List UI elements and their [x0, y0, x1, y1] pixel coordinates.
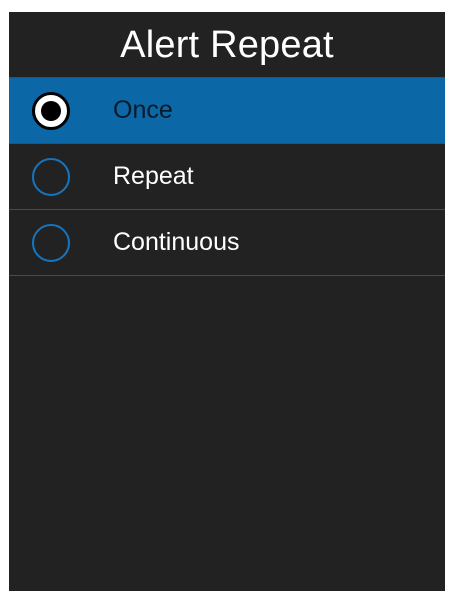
radio-selected-icon[interactable]	[32, 91, 70, 130]
header-bar: Alert Repeat	[9, 12, 445, 78]
option-label: Once	[113, 96, 173, 124]
radio-unselected-icon[interactable]	[32, 223, 70, 262]
page-title: Alert Repeat	[120, 23, 334, 66]
option-label: Continuous	[113, 228, 240, 256]
option-continuous[interactable]: Continuous	[9, 210, 445, 276]
option-label: Repeat	[113, 162, 194, 190]
alert-repeat-screen: Alert Repeat Once Repeat Continuous	[9, 12, 445, 591]
radio-unselected-icon[interactable]	[32, 157, 70, 196]
option-repeat[interactable]: Repeat	[9, 144, 445, 210]
option-once[interactable]: Once	[9, 78, 445, 144]
options-list: Once Repeat Continuous	[9, 78, 445, 276]
radio-dot	[41, 100, 61, 121]
